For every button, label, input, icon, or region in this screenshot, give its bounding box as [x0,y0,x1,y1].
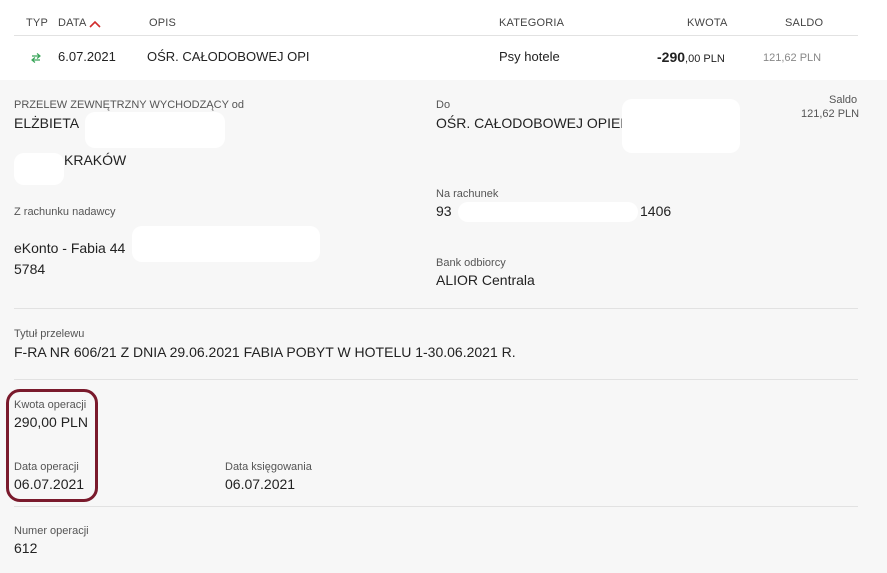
saldo-label: Saldo [829,94,858,106]
redaction-mask [132,226,320,262]
operation-amount-label: Kwota operacji [14,399,87,411]
operation-date-label: Data operacji [14,461,79,473]
from-account-name: eKonto - Fabia 44 [14,240,126,256]
recipient-name: OŚR. CAŁODOBOWEJ OPIEKI [436,115,634,131]
operation-amount-value: 290,00 PLN [14,414,88,430]
to-account-label: Na rachunek [436,188,499,200]
column-header-opis[interactable]: OPIS [149,17,176,29]
booking-date-label: Data księgowania [225,461,312,473]
column-header-saldo[interactable]: SALDO [785,17,823,29]
recipient-label: Do [436,99,451,111]
column-header-kwota[interactable]: KWOTA [687,17,728,29]
transaction-balance: 121,62 PLN [763,52,822,64]
column-header-typ[interactable]: TYP [26,17,48,29]
sender-city: KRAKÓW [64,152,127,168]
column-header-data[interactable]: DATA [58,17,87,29]
section-divider [14,308,858,309]
column-header-kategoria[interactable]: KATEGORIA [499,17,564,29]
from-account-number: 5784 [14,261,46,277]
transaction-details-panel [0,80,887,573]
bank-label: Bank odbiorcy [436,257,506,269]
bank-value: ALIOR Centrala [436,272,535,288]
from-account-label: Z rachunku nadawcy [14,206,116,218]
redaction-mask [458,202,638,222]
sort-ascending-icon[interactable] [89,16,101,34]
header-divider [14,35,858,36]
transfer-arrows-icon [30,51,42,69]
transaction-description: OŚR. CAŁODOBOWEJ OPIEKI [147,49,331,64]
operation-number-label: Numer operacji [14,525,89,537]
redaction-mask [622,99,740,153]
section-divider [14,506,858,507]
transfer-type-label: PRZELEW ZEWNĘTRZNY WYCHODZĄCY od [14,99,245,111]
redaction-mask [85,112,225,148]
section-divider [14,379,858,380]
to-account-start: 93 [436,203,452,219]
amount-main: -290 [657,49,686,65]
transaction-category[interactable]: Psy hotele [499,49,560,64]
amount-rest: ,00 PLN [685,53,725,65]
operation-date-value: 06.07.2021 [14,476,85,492]
title-label: Tytuł przelewu [14,328,85,340]
booking-date-value: 06.07.2021 [225,476,296,492]
title-value: F-RA NR 606/21 Z DNIA 29.06.2021 FABIA P… [14,344,516,360]
transaction-date: 6.07.2021 [58,49,116,64]
saldo-value: 121,62 PLN [801,108,860,120]
to-account-end: 1406 [640,203,672,219]
transaction-amount: -290,00 PLN [657,49,725,67]
sender-name: ELŻBIETA [14,115,80,131]
redaction-mask [310,44,460,72]
operation-number-value: 612 [14,540,38,556]
redaction-mask [14,153,64,185]
